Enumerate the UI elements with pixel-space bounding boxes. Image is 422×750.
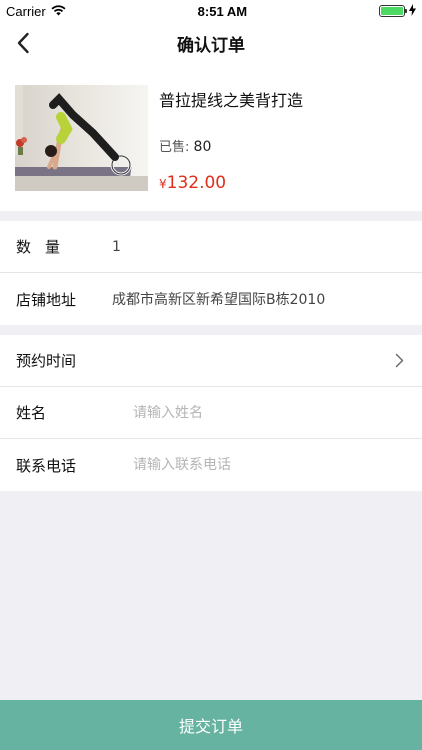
name-row: 姓名 <box>0 387 422 439</box>
phone-row: 联系电话 <box>0 439 422 491</box>
price-value: 132.00 <box>166 173 227 193</box>
address-value: 成都市高新区新希望国际B栋2010 <box>112 292 326 308</box>
carrier-label: Carrier <box>6 3 46 19</box>
product-sold: 已售: 80 <box>159 136 408 155</box>
product-name: 普拉提线之美背打造 <box>159 91 304 110</box>
status-right <box>378 3 416 19</box>
quantity-value: 1 <box>112 238 121 255</box>
charging-icon <box>408 3 416 19</box>
booking-time-label: 预约时间 <box>16 352 77 370</box>
booking-section: 预约时间 姓名 联系电话 <box>0 335 422 491</box>
quantity-label: 数量 <box>16 238 75 256</box>
name-input[interactable] <box>133 404 353 421</box>
status-left: Carrier <box>6 4 66 19</box>
back-button[interactable] <box>10 30 36 56</box>
submit-order-button[interactable]: 提交订单 <box>0 700 422 750</box>
currency-symbol: ¥ <box>159 177 167 191</box>
chevron-left-icon <box>17 32 29 54</box>
page-title: 确认订单 <box>177 36 245 56</box>
sold-count: 80 <box>193 139 212 155</box>
chevron-right-icon <box>395 353 404 368</box>
wifi-icon <box>51 4 66 19</box>
status-bar: Carrier 8:51 AM <box>0 0 422 22</box>
product-info: 普拉提线之美背打造 已售: 80 ¥132.00 <box>159 85 408 211</box>
nav-bar: 确认订单 <box>0 22 422 65</box>
phone-input[interactable] <box>133 457 353 473</box>
address-row: 店铺地址 成都市高新区新希望国际B栋2010 <box>0 273 422 325</box>
order-info-section: 数量 1 店铺地址 成都市高新区新希望国际B栋2010 <box>0 221 422 325</box>
quantity-row: 数量 1 <box>0 221 422 273</box>
sold-label: 已售: <box>159 140 190 155</box>
product-card: 普拉提线之美背打造 已售: 80 ¥132.00 <box>0 65 422 211</box>
battery-icon <box>378 5 407 17</box>
product-image <box>15 85 148 191</box>
status-time: 8:51 AM <box>197 3 248 19</box>
phone-label: 联系电话 <box>16 456 77 475</box>
product-price: ¥132.00 <box>159 173 408 193</box>
address-label: 店铺地址 <box>16 290 77 309</box>
name-label: 姓名 <box>16 404 47 422</box>
booking-time-row[interactable]: 预约时间 <box>0 335 422 387</box>
